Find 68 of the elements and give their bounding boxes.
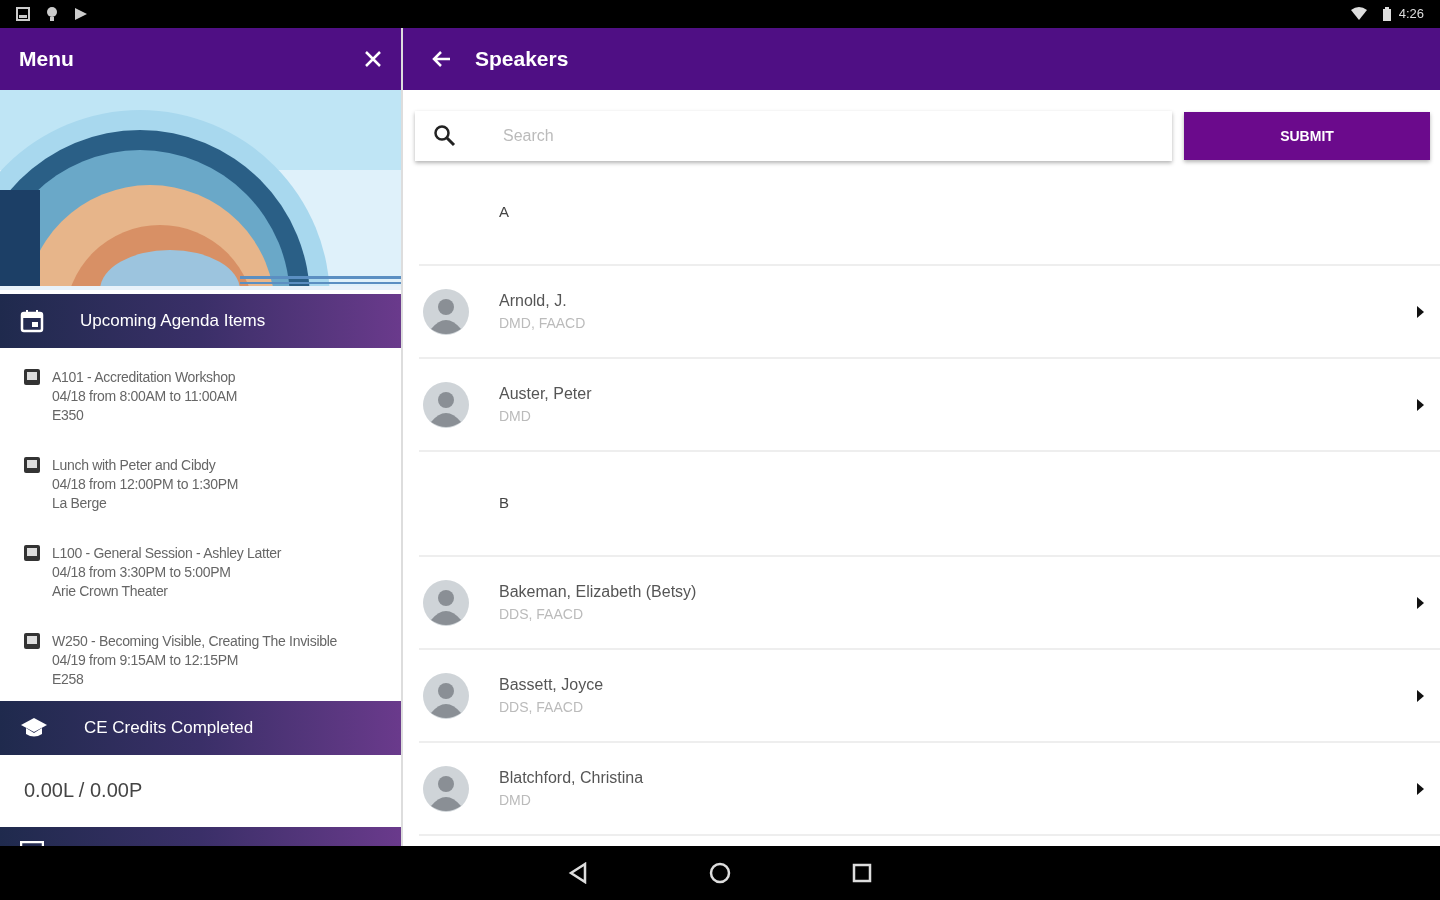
battery-icon (1382, 7, 1391, 21)
recents-icon[interactable] (851, 862, 873, 884)
speaker-row[interactable]: Bassett, Joyce DDS, FAACD (419, 650, 1440, 743)
agenda-item[interactable]: A101 - Accreditation Workshop 04/18 from 8:00AM to 11:00AM E350 (0, 368, 401, 425)
back-arrow-icon[interactable] (431, 50, 451, 68)
agenda-text: 04/18 from 8:00AM to 11:00AM (52, 387, 238, 406)
event-icon (24, 369, 40, 385)
page-title: Speakers (475, 46, 569, 73)
agenda-text: Arie Crown Theater (52, 582, 169, 601)
back-icon[interactable] (567, 862, 589, 884)
avatar (423, 288, 469, 335)
avatar (423, 672, 469, 719)
wifi-icon (1350, 7, 1367, 21)
credits-value: 0.00L / 0.00P (24, 778, 143, 803)
notification-icon (16, 7, 30, 21)
avatar (423, 765, 469, 812)
agenda-text: 04/18 from 3:30PM to 5:00PM (52, 563, 232, 582)
agenda-text: L100 - General Session - Ashley Latter (52, 544, 282, 563)
agenda-text: E350 (52, 406, 85, 425)
speaker-name: Arnold, J. (499, 291, 568, 311)
avatar (423, 381, 469, 428)
agenda-item[interactable]: Lunch with Peter and Cibdy 04/18 from 12:00PM to 1:30PM La Berge (0, 456, 401, 513)
letter-heading: A (499, 202, 509, 223)
submit-button[interactable]: SUBMIT (1184, 112, 1430, 160)
speaker-name: Auster, Peter (499, 384, 593, 404)
home-icon[interactable] (709, 862, 731, 884)
agenda-text: E258 (52, 670, 85, 689)
clock: 4:26 (1398, 5, 1424, 24)
agenda-text: W250 - Becoming Visible, Creating The Invisible (52, 632, 337, 651)
event-icon (24, 457, 40, 473)
agenda-text: A101 - Accreditation Workshop (52, 368, 237, 387)
speaker-name: Bassett, Joyce (499, 675, 605, 695)
graduation-cap-icon (20, 717, 48, 739)
section-header[interactable]: CE Credits Completed (0, 701, 401, 755)
speaker-credentials: DDS, FAACD (499, 698, 584, 717)
avatar (423, 579, 469, 626)
close-icon[interactable] (364, 50, 382, 68)
bulb-icon (46, 7, 58, 21)
agenda-item[interactable]: L100 - General Session - Ashley Latter 04/18 from 3:30PM to 5:00PM Arie Crown Theater (0, 544, 401, 601)
speaker-credentials: DMD, FAACD (499, 314, 587, 333)
chevron-right-icon (1417, 305, 1424, 318)
speaker-row[interactable]: Arnold, J. DMD, FAACD (419, 266, 1440, 359)
speaker-row[interactable]: Bakeman, Elizabeth (Betsy) DDS, FAACD (419, 557, 1440, 650)
agenda-text: Lunch with Peter and Cibdy (52, 456, 217, 475)
agenda-text: 04/19 from 9:15AM to 12:15PM (52, 651, 240, 670)
chevron-right-icon (1417, 596, 1424, 609)
menu-title: Menu (19, 46, 74, 73)
speaker-row[interactable]: Auster, Peter DMD (419, 359, 1440, 452)
section-header[interactable]: Upcoming Agenda Items (0, 294, 401, 348)
agenda-text: La Berge (52, 494, 108, 513)
speaker-credentials: DMD (499, 791, 532, 810)
search-field[interactable]: Search (415, 111, 1172, 161)
agenda-item[interactable]: W250 - Becoming Visible, Creating The Invisible 04/19 from 9:15AM to 12:15PM E258 (0, 632, 401, 689)
speaker-row[interactable]: Blatchford, Christina DMD (419, 743, 1440, 836)
calendar-icon (20, 309, 44, 333)
speaker-credentials: DMD (499, 407, 532, 426)
play-store-icon (74, 7, 88, 21)
event-icon (24, 633, 40, 649)
chevron-right-icon (1417, 782, 1424, 795)
chevron-right-icon (1417, 689, 1424, 702)
speaker-name: Blatchford, Christina (499, 768, 645, 788)
speaker-name: Bakeman, Elizabeth (Betsy) (499, 582, 698, 602)
chevron-right-icon (1417, 398, 1424, 411)
event-icon (24, 545, 40, 561)
speaker-credentials: DDS, FAACD (499, 605, 584, 624)
search-icon (433, 124, 457, 148)
agenda-text: 04/18 from 12:00PM to 1:30PM (52, 475, 239, 494)
letter-heading: B (499, 493, 509, 514)
